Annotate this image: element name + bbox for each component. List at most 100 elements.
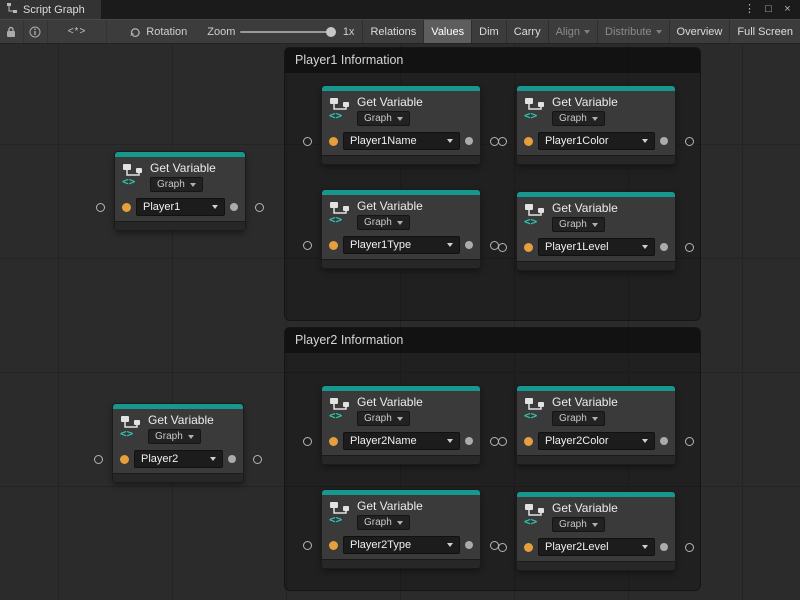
graph-canvas[interactable]: Player1 Information Player2 Information …	[0, 44, 800, 600]
name-input-port[interactable]	[329, 241, 338, 250]
zoom-slider-knob[interactable]	[326, 27, 336, 37]
left-connection-port[interactable]	[303, 241, 312, 250]
right-connection-port[interactable]	[685, 243, 694, 252]
get-variable-node-player2name[interactable]: <> Get Variable Graph Player2Name	[322, 386, 480, 464]
right-connection-port[interactable]	[685, 437, 694, 446]
variable-name-dropdown[interactable]: Player2Type	[343, 536, 460, 554]
svg-text:<>: <>	[524, 409, 538, 420]
name-input-port[interactable]	[120, 455, 129, 464]
relations-button[interactable]: Relations	[362, 20, 423, 43]
variable-name-dropdown[interactable]: Player2Name	[343, 432, 460, 450]
name-input-port[interactable]	[524, 543, 533, 552]
full-screen-button[interactable]: Full Screen	[729, 20, 800, 43]
rotation-control[interactable]: Rotation	[121, 26, 195, 38]
window-close-button[interactable]: ×	[780, 2, 795, 17]
right-connection-port[interactable]	[253, 455, 262, 464]
value-output-dot[interactable]	[465, 437, 473, 445]
overview-button[interactable]: Overview	[669, 20, 730, 43]
lock-button[interactable]	[0, 20, 24, 43]
graph-scope-dropdown[interactable]: Graph	[357, 515, 410, 530]
left-connection-port[interactable]	[498, 137, 507, 146]
node-title: Get Variable	[357, 499, 423, 513]
value-output-dot[interactable]	[660, 543, 668, 551]
dim-button[interactable]: Dim	[471, 20, 506, 43]
graph-scope-dropdown[interactable]: Graph	[552, 411, 605, 426]
variable-name-dropdown[interactable]: Player2Level	[538, 538, 655, 556]
value-output-dot[interactable]	[465, 137, 473, 145]
get-variable-node-player2type[interactable]: <> Get Variable Graph Player2Type	[322, 490, 480, 568]
right-connection-port[interactable]	[255, 203, 264, 212]
name-input-port[interactable]	[524, 243, 533, 252]
graph-scope-dropdown[interactable]: Graph	[552, 111, 605, 126]
graph-scope-dropdown[interactable]: Graph	[357, 215, 410, 230]
name-input-port[interactable]	[329, 437, 338, 446]
zoom-slider[interactable]	[240, 26, 335, 38]
variable-name-dropdown[interactable]: Player1Name	[343, 132, 460, 150]
graph-scope-dropdown[interactable]: Graph	[552, 217, 605, 232]
dropdown-arrow-icon	[397, 521, 403, 525]
variable-name-dropdown[interactable]: Player1Color	[538, 132, 655, 150]
value-output-dot[interactable]	[465, 241, 473, 249]
window-controls: ⋮ □ ×	[742, 0, 800, 19]
distribute-dropdown-button[interactable]: Distribute	[597, 20, 668, 43]
get-variable-node-player1color[interactable]: <> Get Variable Graph Player1Color	[517, 86, 675, 164]
left-connection-port[interactable]	[498, 437, 507, 446]
variable-name-dropdown[interactable]: Player1	[136, 198, 225, 216]
unit-selector-button[interactable]: <*>	[48, 20, 108, 43]
graph-scope-dropdown[interactable]: Graph	[357, 411, 410, 426]
get-variable-node-player2[interactable]: <> Get Variable Graph Player2	[113, 404, 243, 482]
get-variable-node-player1level[interactable]: <> Get Variable Graph Player1Level	[517, 192, 675, 270]
get-variable-node-player2level[interactable]: <> Get Variable Graph Player2Level	[517, 492, 675, 570]
window-maximize-button[interactable]: □	[761, 2, 776, 17]
graph-scope-dropdown[interactable]: Graph	[150, 177, 203, 192]
left-connection-port[interactable]	[303, 541, 312, 550]
get-variable-node-player1[interactable]: <> Get Variable Graph Player1	[115, 152, 245, 230]
left-connection-port[interactable]	[96, 203, 105, 212]
variable-icon: <>	[121, 162, 145, 191]
left-connection-port[interactable]	[94, 455, 103, 464]
left-connection-port[interactable]	[303, 137, 312, 146]
dropdown-arrow-icon	[642, 545, 648, 549]
graph-scope-dropdown[interactable]: Graph	[148, 429, 201, 444]
value-output-dot[interactable]	[660, 243, 668, 251]
variable-icon: <>	[523, 96, 547, 125]
tab-script-graph[interactable]: Script Graph	[0, 0, 101, 19]
dropdown-arrow-icon	[447, 243, 453, 247]
name-input-port[interactable]	[329, 541, 338, 550]
right-connection-port[interactable]	[685, 543, 694, 552]
value-output-dot[interactable]	[230, 203, 238, 211]
graph-scope-dropdown[interactable]: Graph	[552, 517, 605, 532]
get-variable-node-player1type[interactable]: <> Get Variable Graph Player1Type	[322, 190, 480, 268]
name-input-port[interactable]	[524, 437, 533, 446]
window-menu-button[interactable]: ⋮	[742, 2, 757, 17]
node-footer	[322, 559, 480, 568]
carry-button[interactable]: Carry	[506, 20, 548, 43]
graph-scope-value: Graph	[364, 113, 392, 124]
variable-name-dropdown[interactable]: Player2Color	[538, 432, 655, 450]
value-output-dot[interactable]	[228, 455, 236, 463]
get-variable-node-player2color[interactable]: <> Get Variable Graph Player2Color	[517, 386, 675, 464]
name-input-port[interactable]	[122, 203, 131, 212]
graph-scope-value: Graph	[559, 113, 587, 124]
info-button[interactable]	[24, 20, 48, 43]
values-button[interactable]: Values	[423, 20, 471, 43]
name-input-port[interactable]	[329, 137, 338, 146]
left-connection-port[interactable]	[498, 543, 507, 552]
variable-name-dropdown[interactable]: Player2	[134, 450, 223, 468]
variable-name-dropdown[interactable]: Player1Level	[538, 238, 655, 256]
group-header[interactable]: Player2 Information	[285, 328, 700, 353]
right-connection-port[interactable]	[685, 137, 694, 146]
align-dropdown-button[interactable]: Align	[548, 20, 597, 43]
script-graph-window: Script Graph ⋮ □ × <*> Rotation Zoom 1x …	[0, 0, 800, 600]
name-input-port[interactable]	[524, 137, 533, 146]
variable-name-dropdown[interactable]: Player1Type	[343, 236, 460, 254]
group-header[interactable]: Player1 Information	[285, 48, 700, 73]
graph-scope-dropdown[interactable]: Graph	[357, 111, 410, 126]
value-output-dot[interactable]	[465, 541, 473, 549]
left-connection-port[interactable]	[303, 437, 312, 446]
value-output-dot[interactable]	[660, 437, 668, 445]
dropdown-arrow-icon	[642, 245, 648, 249]
get-variable-node-player1name[interactable]: <> Get Variable Graph Player1Name	[322, 86, 480, 164]
value-output-dot[interactable]	[660, 137, 668, 145]
left-connection-port[interactable]	[498, 243, 507, 252]
